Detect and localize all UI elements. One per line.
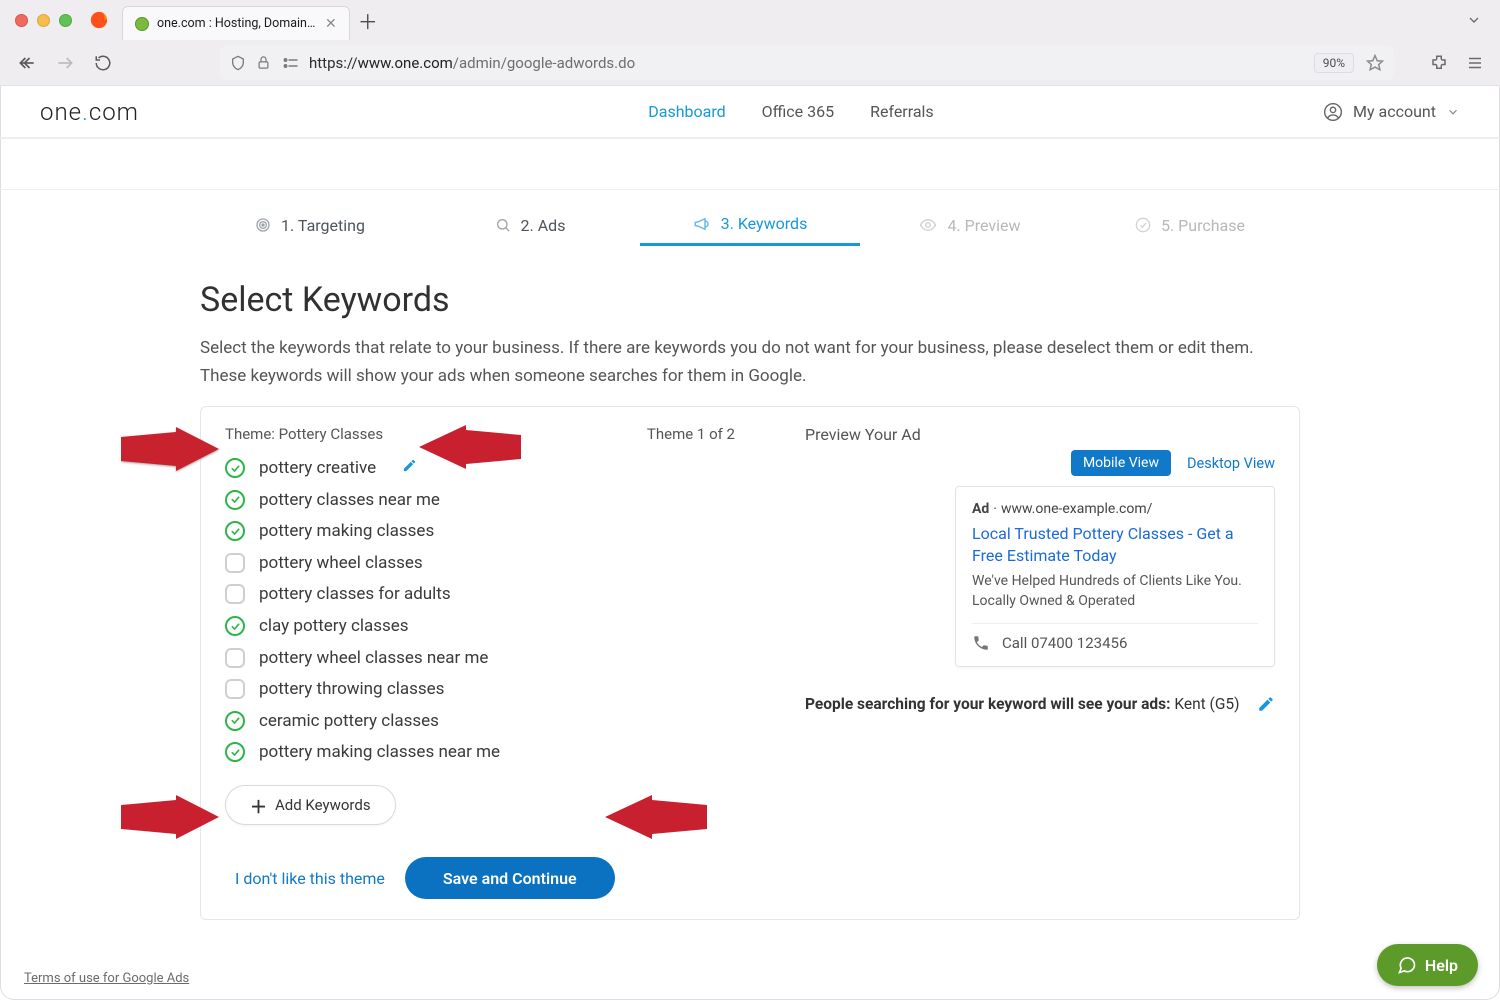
- nav-referrals[interactable]: Referrals: [870, 102, 934, 121]
- keyword-label: pottery wheel classes: [259, 553, 423, 573]
- checkbox-checked-icon[interactable]: [225, 616, 245, 636]
- primary-nav: Dashboard Office 365 Referrals: [648, 102, 933, 121]
- keyword-item[interactable]: clay pottery classes: [225, 615, 765, 637]
- add-keywords-button[interactable]: ＋ Add Keywords: [225, 785, 396, 825]
- keyword-item[interactable]: pottery throwing classes: [225, 678, 765, 700]
- checkbox-checked-icon[interactable]: [225, 711, 245, 731]
- checkbox-checked-icon[interactable]: [225, 490, 245, 510]
- search-location-note: People searching for your keyword will s…: [805, 695, 1245, 713]
- close-window-icon[interactable]: [15, 14, 28, 27]
- desktop-view-tab[interactable]: Desktop View: [1187, 455, 1275, 472]
- keyword-item[interactable]: pottery wheel classes: [225, 552, 765, 574]
- check-circle-icon: [1135, 217, 1151, 233]
- nav-office365[interactable]: Office 365: [762, 102, 834, 121]
- url-text: https://www.one.com/admin/google-adwords…: [309, 54, 635, 72]
- window-controls[interactable]: [15, 14, 72, 27]
- app-menu-icon[interactable]: [1466, 54, 1484, 72]
- reload-button[interactable]: [92, 52, 114, 74]
- wizard-steps: 1. Targeting 2. Ads 3. Keywords 4. Previ…: [200, 214, 1300, 246]
- user-icon: [1323, 102, 1343, 122]
- annotation-arrow: [121, 795, 221, 851]
- zoom-badge[interactable]: 90%: [1314, 53, 1354, 73]
- keyword-label: pottery creative: [259, 458, 376, 478]
- keyword-label: clay pottery classes: [259, 616, 409, 636]
- keyword-item[interactable]: pottery making classes near me: [225, 741, 765, 763]
- eye-icon: [919, 216, 937, 234]
- page-title: Select Keywords: [200, 280, 1300, 320]
- extensions-icon[interactable]: [1430, 54, 1448, 72]
- checkbox-checked-icon[interactable]: [225, 458, 245, 478]
- target-icon: [255, 217, 271, 233]
- preview-label: Preview Your Ad: [805, 425, 1275, 444]
- maximize-window-icon[interactable]: [59, 14, 72, 27]
- firefox-icon: [90, 11, 108, 29]
- checkbox-unchecked-icon[interactable]: [225, 553, 245, 573]
- tabs-dropdown-icon[interactable]: [1466, 12, 1482, 28]
- keyword-item[interactable]: ceramic pottery classes: [225, 710, 765, 732]
- theme-label: Theme: Pottery Classes: [225, 425, 383, 443]
- keyword-label: ceramic pottery classes: [259, 711, 439, 731]
- bookmark-star-icon[interactable]: [1366, 54, 1384, 72]
- step-keywords[interactable]: 3. Keywords: [640, 214, 860, 246]
- new-tab-button[interactable]: ＋: [354, 6, 382, 34]
- back-button[interactable]: [16, 52, 38, 74]
- keyword-item[interactable]: pottery making classes: [225, 520, 765, 542]
- logo[interactable]: one.com: [40, 98, 139, 126]
- keyword-item[interactable]: pottery classes near me: [225, 489, 765, 511]
- ad-title: Local Trusted Pottery Classes - Get a Fr…: [972, 523, 1258, 566]
- keyword-label: pottery classes near me: [259, 490, 440, 510]
- shield-icon: [230, 55, 246, 71]
- ad-preview-card: Ad·www.one-example.com/ Local Trusted Po…: [955, 486, 1275, 667]
- edit-keyword-icon[interactable]: [402, 458, 417, 478]
- terms-link[interactable]: Terms of use for Google Ads: [24, 971, 189, 986]
- step-preview[interactable]: 4. Preview: [860, 214, 1080, 246]
- minimize-window-icon[interactable]: [37, 14, 50, 27]
- keyword-item[interactable]: pottery creative: [225, 457, 765, 479]
- keyword-label: pottery making classes near me: [259, 742, 500, 762]
- permissions-icon: [281, 56, 299, 70]
- page-intro: Select the keywords that relate to your …: [200, 334, 1300, 390]
- checkbox-unchecked-icon[interactable]: [225, 584, 245, 604]
- phone-icon: [972, 634, 990, 652]
- keyword-label: pottery classes for adults: [259, 584, 451, 604]
- dislike-theme-link[interactable]: I don't like this theme: [235, 869, 385, 888]
- chevron-down-icon: [1446, 105, 1460, 119]
- help-button[interactable]: Help: [1377, 944, 1478, 986]
- tab-close-icon[interactable]: ✕: [325, 16, 337, 32]
- edit-location-icon[interactable]: [1257, 695, 1275, 713]
- forward-button[interactable]: [54, 52, 76, 74]
- keyword-label: pottery throwing classes: [259, 679, 444, 699]
- checkbox-unchecked-icon[interactable]: [225, 648, 245, 668]
- keywords-panel: Theme: Pottery Classes Theme 1 of 2 pott…: [200, 406, 1300, 920]
- checkbox-checked-icon[interactable]: [225, 521, 245, 541]
- step-targeting[interactable]: 1. Targeting: [200, 214, 420, 246]
- keyword-list: pottery creative pottery classes near me p…: [225, 457, 765, 763]
- step-ads[interactable]: 2. Ads: [420, 214, 640, 246]
- search-icon: [495, 217, 511, 233]
- save-continue-button[interactable]: Save and Continue: [405, 857, 615, 899]
- checkbox-unchecked-icon[interactable]: [225, 679, 245, 699]
- nav-dashboard[interactable]: Dashboard: [648, 102, 725, 121]
- mobile-view-tab[interactable]: Mobile View: [1071, 450, 1171, 476]
- keyword-label: pottery making classes: [259, 521, 434, 541]
- favicon-icon: [135, 17, 149, 31]
- checkbox-checked-icon[interactable]: [225, 742, 245, 762]
- theme-count: Theme 1 of 2: [647, 425, 735, 443]
- annotation-arrow: [121, 427, 221, 483]
- keyword-item[interactable]: pottery wheel classes near me: [225, 647, 765, 669]
- lock-icon: [256, 55, 271, 70]
- step-purchase[interactable]: 5. Purchase: [1080, 214, 1300, 246]
- ad-url-line: Ad·www.one-example.com/: [972, 501, 1258, 517]
- ad-description: We've Helped Hundreds of Clients Like Yo…: [972, 572, 1258, 611]
- account-menu[interactable]: My account: [1323, 102, 1460, 122]
- keyword-item[interactable]: pottery classes for adults: [225, 583, 765, 605]
- browser-tab[interactable]: one.com : Hosting, Domain, Em... ✕: [122, 6, 350, 40]
- keyword-label: pottery wheel classes near me: [259, 648, 488, 668]
- ad-call-row[interactable]: Call 07400 123456: [972, 623, 1258, 652]
- megaphone-icon: [693, 215, 711, 233]
- address-bar[interactable]: https://www.one.com/admin/google-adwords…: [220, 46, 1394, 80]
- tab-title: one.com : Hosting, Domain, Em...: [157, 16, 317, 31]
